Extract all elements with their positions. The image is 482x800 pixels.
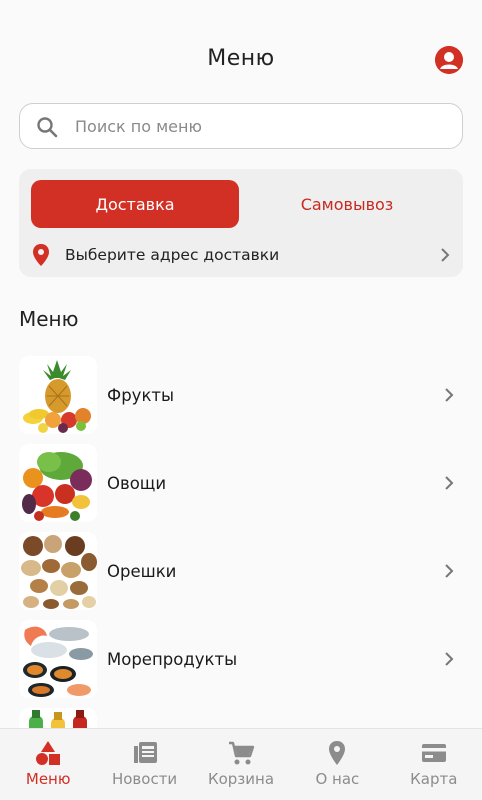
chevron-right-icon bbox=[439, 246, 451, 264]
nav-news[interactable]: Новости bbox=[96, 729, 192, 800]
nav-card-label: Карта bbox=[410, 770, 458, 788]
delivery-address-selector[interactable]: Выберите адрес доставки bbox=[31, 241, 451, 269]
nuts-image bbox=[19, 532, 97, 610]
search-icon bbox=[35, 115, 59, 139]
seafood-image bbox=[19, 620, 97, 698]
menu-item-label: Орешки bbox=[107, 561, 177, 581]
menu-item-seafood[interactable]: Морепродукты bbox=[19, 615, 463, 703]
account-circle-icon[interactable] bbox=[435, 46, 463, 74]
fruits-image bbox=[19, 356, 97, 434]
location-pin-icon bbox=[323, 739, 351, 767]
bottom-navigation: Меню Новости Корзина О нас Карта bbox=[0, 728, 482, 800]
menu-item-nuts[interactable]: Орешки bbox=[19, 527, 463, 615]
chevron-right-icon bbox=[443, 474, 455, 492]
nav-news-label: Новости bbox=[111, 770, 178, 788]
credit-card-icon bbox=[420, 739, 448, 767]
delivery-mode-card: Доставка Самовывоз Выберите адрес достав… bbox=[19, 169, 463, 277]
menu-section-title: Меню bbox=[19, 307, 79, 331]
nav-card[interactable]: Карта bbox=[386, 729, 482, 800]
menu-category-list: Фрукты Овощи Орешки Морепродукты bbox=[19, 351, 463, 791]
nav-menu-label: Меню bbox=[25, 770, 71, 788]
chevron-right-icon bbox=[443, 386, 455, 404]
location-pin-icon bbox=[31, 243, 51, 267]
nav-about[interactable]: О нас bbox=[289, 729, 385, 800]
menu-item-label: Овощи bbox=[107, 473, 167, 493]
news-icon bbox=[131, 739, 159, 767]
chevron-right-icon bbox=[443, 562, 455, 580]
shapes-icon bbox=[34, 739, 62, 767]
nav-menu[interactable]: Меню bbox=[0, 729, 96, 800]
chevron-right-icon bbox=[443, 650, 455, 668]
app-header: Меню bbox=[0, 0, 482, 100]
nav-cart[interactable]: Корзина bbox=[193, 729, 289, 800]
search-bar[interactable] bbox=[19, 103, 463, 149]
search-input[interactable] bbox=[75, 112, 445, 140]
tab-delivery[interactable]: Доставка bbox=[31, 180, 239, 228]
nav-cart-label: Корзина bbox=[207, 770, 275, 788]
tab-pickup[interactable]: Самовывоз bbox=[243, 180, 451, 228]
vegetables-image bbox=[19, 444, 97, 522]
page-title: Меню bbox=[207, 46, 275, 71]
nav-about-label: О нас bbox=[315, 770, 360, 788]
address-prompt: Выберите адрес доставки bbox=[65, 246, 280, 264]
menu-item-label: Морепродукты bbox=[107, 649, 238, 669]
menu-item-vegetables[interactable]: Овощи bbox=[19, 439, 463, 527]
menu-item-fruits[interactable]: Фрукты bbox=[19, 351, 463, 439]
menu-item-label: Фрукты bbox=[107, 385, 175, 405]
cart-icon bbox=[227, 739, 255, 767]
